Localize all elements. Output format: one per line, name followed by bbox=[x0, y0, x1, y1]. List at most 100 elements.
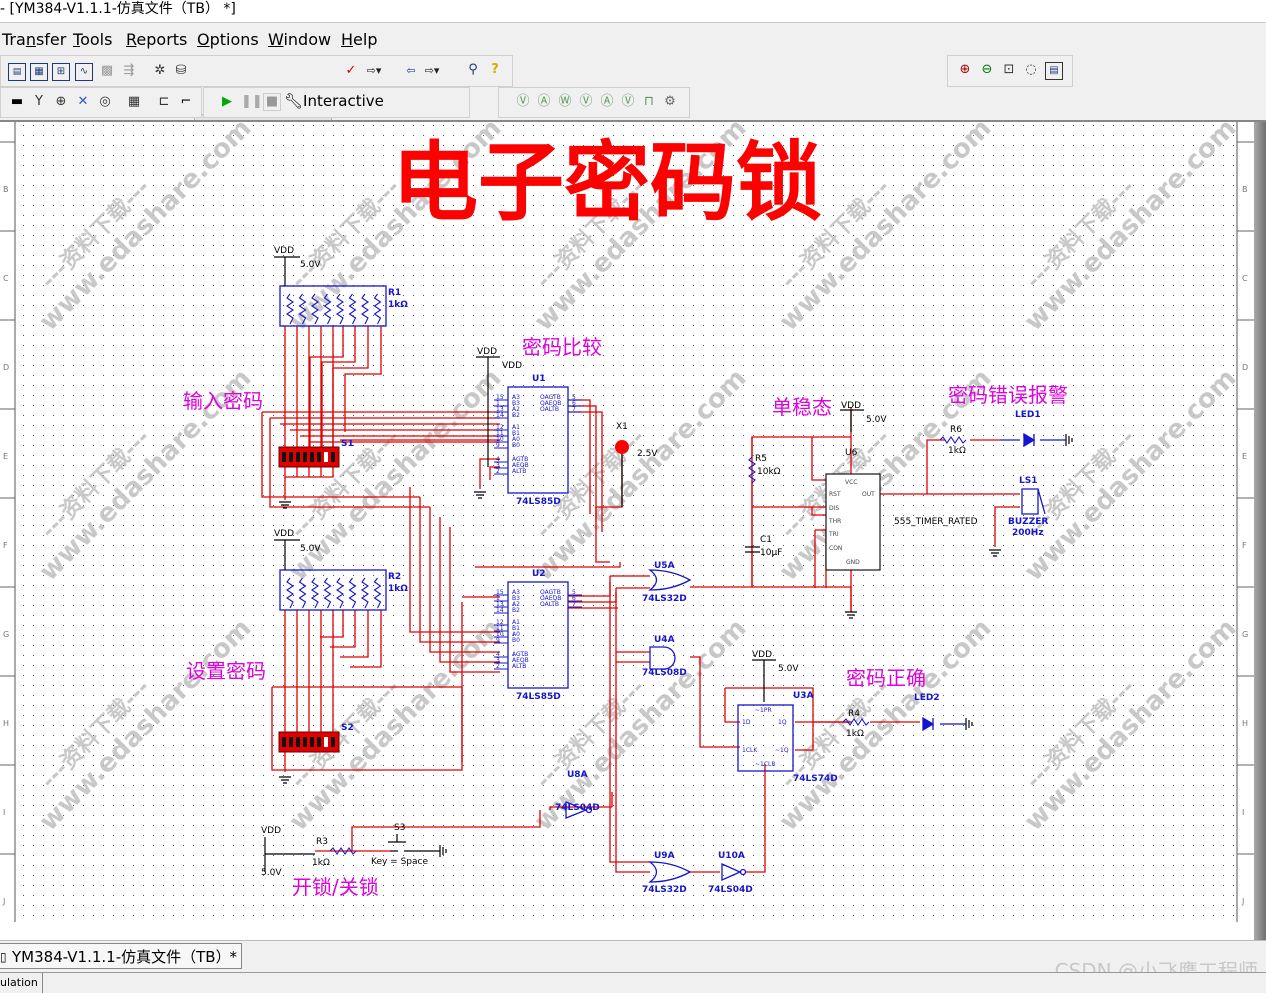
annotate-icon[interactable]: ⇨▾ bbox=[424, 63, 440, 79]
menu-options[interactable]: Options bbox=[197, 30, 259, 49]
dip-toggle bbox=[324, 452, 328, 462]
svg-text:74LS32D: 74LS32D bbox=[642, 594, 687, 604]
note-compare: 密码比较 bbox=[522, 335, 602, 359]
status-bar: ulation bbox=[0, 972, 1266, 993]
pin-name: OALTB bbox=[540, 601, 559, 608]
menu-tools[interactable]: Tools bbox=[73, 30, 112, 49]
schematic-canvas[interactable]: BBCCDDEEFFGGHHIIJJ www.edashare.com ---资料… bbox=[0, 120, 1266, 942]
sensor-icon[interactable]: ◎ bbox=[97, 94, 113, 110]
row-label-right: E bbox=[1242, 452, 1247, 461]
voltmeter-icon[interactable]: Ⓥ bbox=[515, 94, 531, 110]
search-icon[interactable]: ⚲ bbox=[465, 62, 481, 78]
back-annotate-icon[interactable]: ⇨▾ bbox=[366, 63, 382, 79]
svg-text:U8A: U8A bbox=[567, 770, 588, 780]
dip-toggle bbox=[289, 452, 293, 462]
svg-text:74LS74D: 74LS74D bbox=[793, 774, 838, 784]
svg-text:74LS85D: 74LS85D bbox=[516, 497, 561, 507]
svg-text:74LS04D: 74LS04D bbox=[555, 803, 600, 813]
bus-icon[interactable]: ⌐ bbox=[178, 94, 194, 110]
svg-text:U10A: U10A bbox=[718, 851, 745, 861]
dip-toggle bbox=[282, 452, 286, 462]
svg-text:VDD: VDD bbox=[841, 401, 861, 411]
monitor-icon[interactable]: ▬ bbox=[9, 94, 25, 110]
menu-window[interactable]: Window bbox=[268, 30, 331, 49]
dip-toggle bbox=[331, 737, 335, 747]
svg-text:VDD: VDD bbox=[502, 361, 522, 371]
vertical-scrollbar[interactable] bbox=[1254, 122, 1266, 940]
toggle-view-icon[interactable]: ▤ bbox=[8, 63, 26, 81]
settings-gear-icon[interactable]: ⚙ bbox=[662, 94, 678, 110]
database-icon[interactable]: ▩ bbox=[99, 63, 115, 79]
dip-switch-s1[interactable] bbox=[278, 446, 340, 468]
menu-reports[interactable]: Reports bbox=[126, 30, 187, 49]
dip-toggle bbox=[296, 737, 300, 747]
window-title: - [YM384-V1.1.1-仿真文件（TB） *] bbox=[0, 1, 236, 17]
svg-text:5.0V: 5.0V bbox=[300, 260, 321, 270]
grapher-icon[interactable]: ∿ bbox=[75, 63, 93, 81]
pulse-icon[interactable]: ⊓ bbox=[641, 94, 657, 110]
zoom-out-icon[interactable]: ⊖ bbox=[979, 62, 995, 78]
wattmeter-icon[interactable]: Ⓦ bbox=[557, 94, 573, 110]
row-label-left: F bbox=[3, 541, 8, 550]
menu-transfer[interactable]: Transfer bbox=[2, 30, 66, 49]
ic-icon[interactable]: ▦ bbox=[126, 94, 142, 110]
run-icon[interactable]: ▶ bbox=[219, 94, 235, 110]
interactive-mode[interactable]: 🔧︎Interactive bbox=[284, 92, 384, 110]
help-icon[interactable]: ? bbox=[487, 62, 503, 78]
dip-toggle bbox=[296, 452, 300, 462]
svg-text:R1: R1 bbox=[388, 288, 401, 298]
stop-icon[interactable]: ■ bbox=[263, 93, 281, 111]
component-wizard-icon[interactable]: ✲ bbox=[152, 63, 168, 79]
forward-annotate-icon[interactable]: ⇦ bbox=[403, 63, 419, 79]
help-toolbar: ⚲ ? bbox=[460, 55, 513, 87]
row-label-right: F bbox=[1242, 541, 1247, 550]
note-correct: 密码正确 bbox=[846, 666, 926, 690]
ammeter-voltmeter-icon[interactable]: Ⓐ bbox=[599, 94, 615, 110]
zoom-in-icon[interactable]: ⊕ bbox=[957, 62, 973, 78]
svg-text:LED2: LED2 bbox=[914, 693, 940, 703]
row-label-right: J bbox=[1241, 897, 1244, 906]
svg-text:U3A: U3A bbox=[793, 691, 814, 701]
schematic-svg[interactable]: B BC CD DE EF FG GH HI IJ J www.edashare.com---资料… bbox=[0, 122, 1266, 940]
full-screen-icon[interactable]: ▤ bbox=[1045, 62, 1063, 80]
svg-text:R6: R6 bbox=[950, 425, 962, 435]
pin-name: B0 bbox=[512, 637, 520, 644]
voltage-reference-icon[interactable]: Ⓥ bbox=[620, 94, 636, 110]
status-text: ulation bbox=[0, 976, 38, 989]
ammeter-icon[interactable]: Ⓐ bbox=[536, 94, 552, 110]
breadboard-icon[interactable]: ⊞ bbox=[52, 63, 70, 81]
zoom-fit-icon[interactable]: ◌ bbox=[1023, 62, 1039, 78]
svg-text:R4: R4 bbox=[848, 709, 860, 719]
voltage-differential-icon[interactable]: Ⓥ bbox=[578, 94, 594, 110]
pin-name: ALTB bbox=[512, 468, 526, 475]
svg-text:555_TIMER_RATED: 555_TIMER_RATED bbox=[894, 517, 978, 527]
pin-name: ALTB bbox=[512, 663, 526, 670]
svg-text:THR: THR bbox=[828, 518, 841, 525]
ni-icon[interactable]: ✕ bbox=[75, 94, 91, 110]
motor-icon[interactable]: ⊕ bbox=[53, 94, 69, 110]
svg-text:X1: X1 bbox=[616, 422, 628, 432]
svg-text:1kΩ: 1kΩ bbox=[948, 446, 966, 456]
svg-text:2.5V: 2.5V bbox=[637, 449, 658, 459]
spreadsheet-icon[interactable]: ▦ bbox=[30, 63, 48, 81]
svg-text:1CLK: 1CLK bbox=[742, 747, 758, 754]
main-toolbar: ▤ ▦ ⊞ ∿ ▩ ⇶ ✲ ⛁ --- In-Use List --- ⌵ ✓ … bbox=[0, 55, 462, 137]
erc-icon[interactable]: ✓ bbox=[343, 63, 359, 79]
svg-text:R3: R3 bbox=[316, 837, 328, 847]
zoom-area-icon[interactable]: ⊡ bbox=[1001, 62, 1017, 78]
hier-block-icon[interactable]: ⊏ bbox=[156, 94, 172, 110]
menu-help[interactable]: Help bbox=[341, 30, 377, 49]
note-unlock: 开锁/关锁 bbox=[292, 875, 379, 899]
svg-text:TRI: TRI bbox=[828, 531, 839, 538]
svg-text:74LS04D: 74LS04D bbox=[708, 885, 753, 895]
database-manager-icon[interactable]: ⛁ bbox=[173, 63, 189, 79]
svg-text:1kΩ: 1kΩ bbox=[388, 584, 408, 594]
dip-toggle bbox=[303, 452, 307, 462]
antenna-icon[interactable]: Y bbox=[31, 94, 47, 110]
netlist-icon[interactable]: ⇶ bbox=[121, 63, 137, 79]
dip-switch-s2[interactable] bbox=[278, 731, 340, 753]
svg-text:LS1: LS1 bbox=[1019, 476, 1037, 486]
tab-document[interactable]: ▯ YM384-V1.1.1-仿真文件（TB） * bbox=[0, 943, 242, 969]
pause-icon[interactable]: ❚❚ bbox=[241, 94, 263, 110]
probe-x1[interactable] bbox=[615, 440, 629, 454]
